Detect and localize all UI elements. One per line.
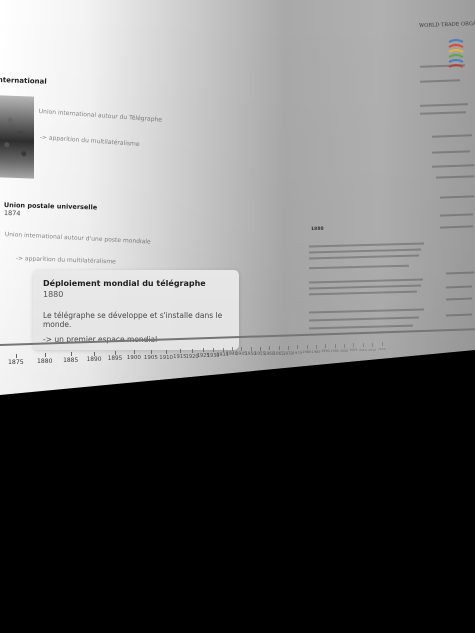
axis-label: 2015	[368, 342, 377, 352]
axis-label: 2000	[339, 343, 349, 353]
axis-label: 1905	[143, 349, 158, 361]
axis-label: 1910	[159, 349, 173, 361]
axis-label: 1915	[173, 349, 187, 361]
axis-label: 1970	[282, 345, 293, 356]
axis-label: 2005	[349, 343, 358, 353]
axis-label: 1990	[320, 344, 330, 354]
axis-label: 1985	[311, 344, 321, 354]
axis-label: 1880	[37, 353, 53, 366]
axis-label: 2010	[358, 343, 367, 353]
axis-label: 1895	[107, 351, 123, 363]
axis-label: 1900	[126, 350, 141, 362]
timeline-wall: nternational Union international autour …	[0, 0, 475, 395]
axis-label: 1995	[330, 344, 339, 353]
axis-label: 1980	[301, 344, 312, 354]
timeline-axis-labels: 1875 1880 1885 1890 1895 1900 1905 1910 1915 1920…	[0, 0, 475, 395]
axis-label: 1975	[292, 345, 303, 356]
axis-label: 1890	[86, 351, 102, 363]
axis-label: 2020	[377, 342, 386, 352]
axis-label: 1875	[8, 354, 24, 366]
axis-label: 1885	[63, 352, 79, 365]
